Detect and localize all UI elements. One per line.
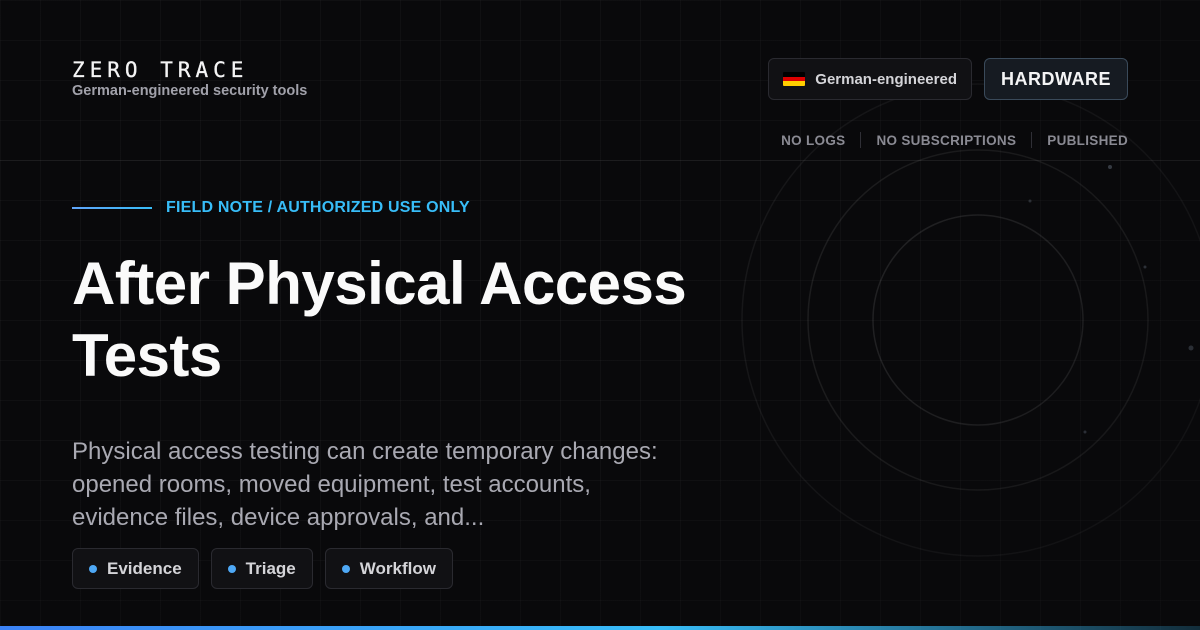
tag-label: Workflow [359, 558, 436, 578]
header-divider [0, 160, 1200, 161]
meta-published: PUBLISHED [1047, 132, 1128, 148]
meta-row: NO LOGS NO SUBSCRIPTIONS PUBLISHED [781, 132, 1128, 148]
origin-chip-label: German-engineered [815, 70, 957, 88]
header-chips: German-engineered HARDWARE [768, 58, 1128, 100]
meta-no-logs: NO LOGS [781, 132, 846, 148]
dot-icon [227, 564, 236, 573]
eyebrow: FIELD NOTE / AUTHORIZED USE ONLY [72, 199, 470, 217]
tag-workflow[interactable]: Workflow [324, 548, 453, 589]
eyebrow-text: FIELD NOTE / AUTHORIZED USE ONLY [166, 199, 470, 216]
meta-separator [1031, 132, 1033, 148]
origin-chip: German-engineered [768, 58, 972, 100]
eyebrow-line [72, 207, 152, 209]
brand[interactable]: ZERO TRACE German-engineered security to… [72, 58, 308, 99]
meta-separator [860, 132, 862, 148]
tag-label: Triage [245, 558, 296, 578]
dot-icon [341, 564, 350, 573]
tag-list: Evidence Triage Workflow [72, 548, 453, 589]
radar-dot [1108, 165, 1112, 169]
article-description: Physical access testing can create tempo… [72, 438, 658, 531]
brand-logo: ZERO TRACE [72, 58, 249, 82]
radar-ring-middle [807, 149, 1149, 491]
bottom-accent-bar [0, 626, 1200, 630]
category-chip-hardware[interactable]: HARDWARE [984, 58, 1128, 100]
dot-icon [89, 564, 97, 573]
radar-dot [1083, 430, 1087, 434]
radar-dot [1188, 345, 1194, 351]
radar-dot [1143, 265, 1147, 269]
meta-no-subscriptions: NO SUBSCRIPTIONS [876, 132, 1017, 148]
radar-ring-outer [741, 83, 1200, 557]
tag-evidence[interactable]: Evidence [72, 548, 199, 589]
page-title: After Physical Access Tests [72, 250, 687, 389]
tag-label: Evidence [107, 558, 182, 578]
tag-triage[interactable]: Triage [210, 548, 313, 589]
germany-flag-icon [783, 72, 806, 86]
radar-ring-inner [872, 214, 1084, 426]
radar-dot [1028, 199, 1032, 203]
brand-tagline: German-engineered security tools [72, 83, 308, 99]
